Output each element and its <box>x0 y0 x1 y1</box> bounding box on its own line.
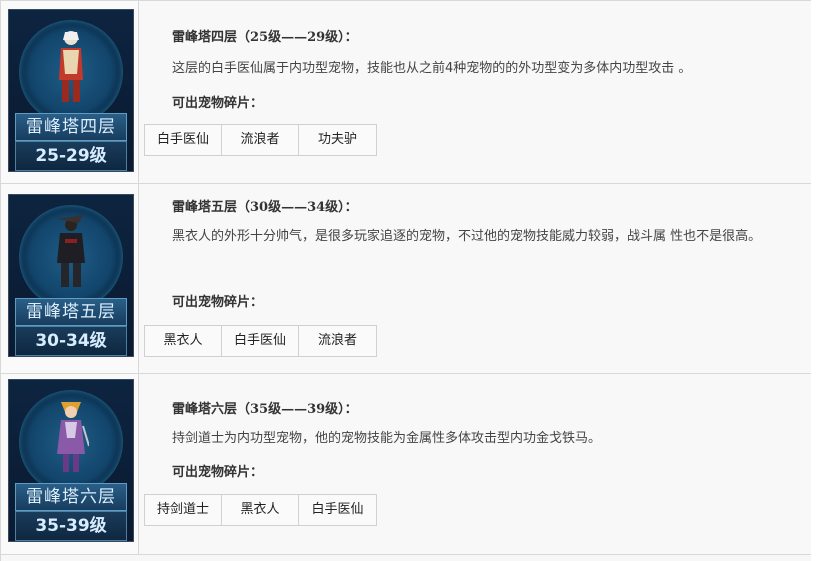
floor-card-image: 雷峰塔六层 35-39级 <box>8 379 134 542</box>
floor-title: 雷峰塔五层（30级——34级）： <box>172 200 358 215</box>
table-row: 雷峰塔五层 30-34级 雷峰塔五层（30级——34级）： 黑衣人的外形十分帅气… <box>1 184 811 374</box>
pet-fragment-list: 持剑道士 黑衣人 白手医仙 <box>144 494 377 526</box>
drops-label: 可出宠物碎片： <box>172 465 264 480</box>
drops-label: 可出宠物碎片： <box>172 96 264 111</box>
floor-title: 雷峰塔四层（25级——29级）： <box>172 30 358 45</box>
pet-fragment-item: 持剑道士 <box>145 495 222 525</box>
floor-title: 雷峰塔六层（35级——39级）： <box>172 402 358 417</box>
pet-fragment-item: 功夫驴 <box>317 132 357 147</box>
floor-content: 雷峰塔六层（35级——39级）： 持剑道士为内功型宠物，他的宠物技能为金属性多体… <box>139 374 811 554</box>
floor-description: 这层的白手医仙属于内功型宠物，技能也从之前4种宠物的的外功型变为多体内功型攻击 … <box>172 61 692 76</box>
floor-image-cell: 雷峰塔四层 25-29级 <box>1 1 139 183</box>
pet-fragment-item: 流浪者 <box>222 125 299 155</box>
drops-label: 可出宠物碎片： <box>172 295 264 310</box>
floor-table: 雷峰塔四层 25-29级 雷峰塔四层（25级——29级）： 这层的白手医仙属于内… <box>0 0 811 561</box>
pet-fragment-item: 白手医仙 <box>222 326 299 356</box>
card-level-range: 35-39级 <box>15 511 127 541</box>
floor-card-image: 雷峰塔四层 25-29级 <box>8 9 134 172</box>
card-floor-name: 雷峰塔六层 <box>15 483 127 511</box>
floor-content: 雷峰塔四层（25级——29级）： 这层的白手医仙属于内功型宠物，技能也从之前4种… <box>139 1 811 183</box>
table-row: 雷峰塔四层 25-29级 雷峰塔四层（25级——29级）： 这层的白手医仙属于内… <box>1 1 811 184</box>
card-floor-name: 雷峰塔五层 <box>15 298 127 326</box>
pet-fragment-item: 白手医仙 <box>311 502 364 517</box>
floor-content: 雷峰塔五层（30级——34级）： 黑衣人的外形十分帅气，是很多玩家追逐的宠物，不… <box>139 184 811 373</box>
card-level-range: 25-29级 <box>15 141 127 171</box>
table-row: 雷峰塔六层 35-39级 雷峰塔六层（35级——39级）： 持剑道士为内功型宠物… <box>1 374 811 555</box>
card-level-range: 30-34级 <box>15 326 127 356</box>
floor-image-cell: 雷峰塔六层 35-39级 <box>1 374 139 554</box>
pet-figure-icon <box>59 31 83 102</box>
pet-fragment-list: 黑衣人 白手医仙 流浪者 <box>144 325 377 357</box>
card-floor-name: 雷峰塔四层 <box>15 113 127 141</box>
pet-fragment-item: 流浪者 <box>317 333 357 348</box>
floor-card-image: 雷峰塔五层 30-34级 <box>8 194 134 357</box>
pet-fragment-list: 白手医仙 流浪者 功夫驴 <box>144 124 377 156</box>
pet-figure-icon <box>57 402 89 472</box>
floor-image-cell: 雷峰塔五层 30-34级 <box>1 184 139 373</box>
pet-fragment-item: 白手医仙 <box>145 125 222 155</box>
floor-description: 持剑道士为内功型宠物，他的宠物技能为金属性多体攻击型内功金戈铁马。 <box>172 431 602 446</box>
pet-figure-icon <box>57 215 85 287</box>
floor-description: 黑衣人的外形十分帅气，是很多玩家追逐的宠物，不过他的宠物技能威力较弱，战斗属 性… <box>172 229 762 244</box>
pet-fragment-item: 黑衣人 <box>222 495 299 525</box>
pet-fragment-item: 黑衣人 <box>145 326 222 356</box>
